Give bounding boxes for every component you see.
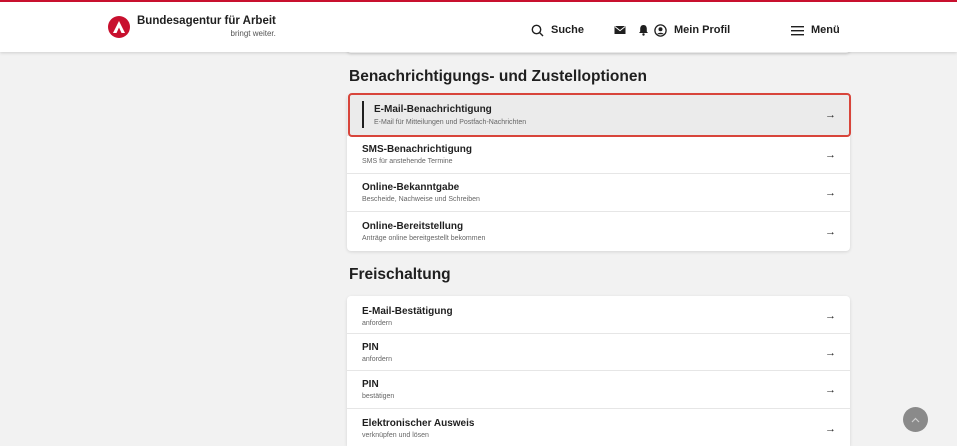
arrow-right-icon: → [825,347,836,359]
option-pin-confirm[interactable]: PIN bestätigen → [347,371,850,409]
option-subtitle: Anträge online bereitgestellt bekommen [362,235,486,242]
menu-icon [791,25,804,35]
option-subtitle: anfordern [362,320,392,327]
arrow-right-icon: → [825,149,836,161]
option-title: E-Mail-Bestätigung [362,306,453,317]
option-email-confirmation[interactable]: E-Mail-Bestätigung anfordern → [347,296,850,334]
option-subtitle: E-Mail für Mitteilungen und Postfach-Nac… [374,119,527,126]
option-title: SMS-Benachrichtigung [362,144,473,155]
option-subtitle: SMS für anstehende Termine [362,158,453,165]
menu-button[interactable]: Menü [791,22,840,38]
option-online-provision[interactable]: Online-Bereitstellung Anträge online ber… [347,212,850,251]
option-subtitle: Bescheide, Nachweise und Schreiben [362,196,480,203]
option-title: Elektronischer Ausweis [362,418,475,429]
logo-icon [108,16,130,38]
activation-options-card: E-Mail-Bestätigung anfordern → PIN anfor… [347,296,850,446]
option-electronic-id[interactable]: Elektronischer Ausweis verknüpfen und lö… [347,409,850,446]
option-subtitle: anfordern [362,356,392,363]
option-sms-notification[interactable]: SMS-Benachrichtigung SMS für anstehende … [347,136,850,174]
mail-button[interactable] [614,22,626,38]
profile-icon [654,23,667,37]
option-subtitle: bestätigen [362,393,395,400]
chevron-up-icon [911,417,920,422]
arrow-right-icon: → [825,187,836,199]
menu-label: Menü [811,24,840,36]
notification-options-card: E-Mail-Benachrichtigung E-Mail für Mitte… [347,94,850,251]
arrow-right-icon: → [825,423,836,435]
search-button[interactable]: Suche [531,22,584,38]
brand-logo-link[interactable]: Bundesagentur für Arbeit bringt weiter. [108,15,276,38]
section-title-activation: Freischaltung [349,266,451,283]
option-subtitle: verknüpfen und lösen [362,432,429,439]
search-label: Suche [551,24,585,36]
option-title: Online-Bekanntgabe [362,182,460,193]
arrow-right-icon: → [825,384,836,396]
option-email-notification[interactable]: E-Mail-Benachrichtigung E-Mail für Mitte… [347,94,850,136]
section-title-notifications: Benachrichtigungs- und Zustelloptionen [349,68,647,85]
profile-button[interactable]: Mein Profil [654,22,730,38]
notifications-button[interactable] [638,22,649,38]
arrow-right-icon: → [825,226,836,238]
top-navigation-bar: Bundesagentur für Arbeit bringt weiter. … [0,0,957,52]
profile-label: Mein Profil [674,24,731,36]
option-title: PIN [362,379,379,390]
arrow-right-icon: → [825,310,836,322]
option-title: PIN [362,342,379,353]
scroll-to-top-button[interactable] [903,407,928,432]
mail-icon [614,26,626,34]
brand-tagline: bringt weiter. [230,28,276,38]
arrow-right-icon: → [825,109,836,121]
search-icon [531,24,544,36]
option-pin-request[interactable]: PIN anfordern → [347,334,850,371]
option-online-announcement[interactable]: Online-Bekanntgabe Bescheide, Nachweise … [347,174,850,212]
brand-title: Bundesagentur für Arbeit [137,15,276,27]
bell-icon [639,25,648,36]
option-title: E-Mail-Benachrichtigung [374,104,492,115]
option-title: Online-Bereitstellung [362,221,464,232]
